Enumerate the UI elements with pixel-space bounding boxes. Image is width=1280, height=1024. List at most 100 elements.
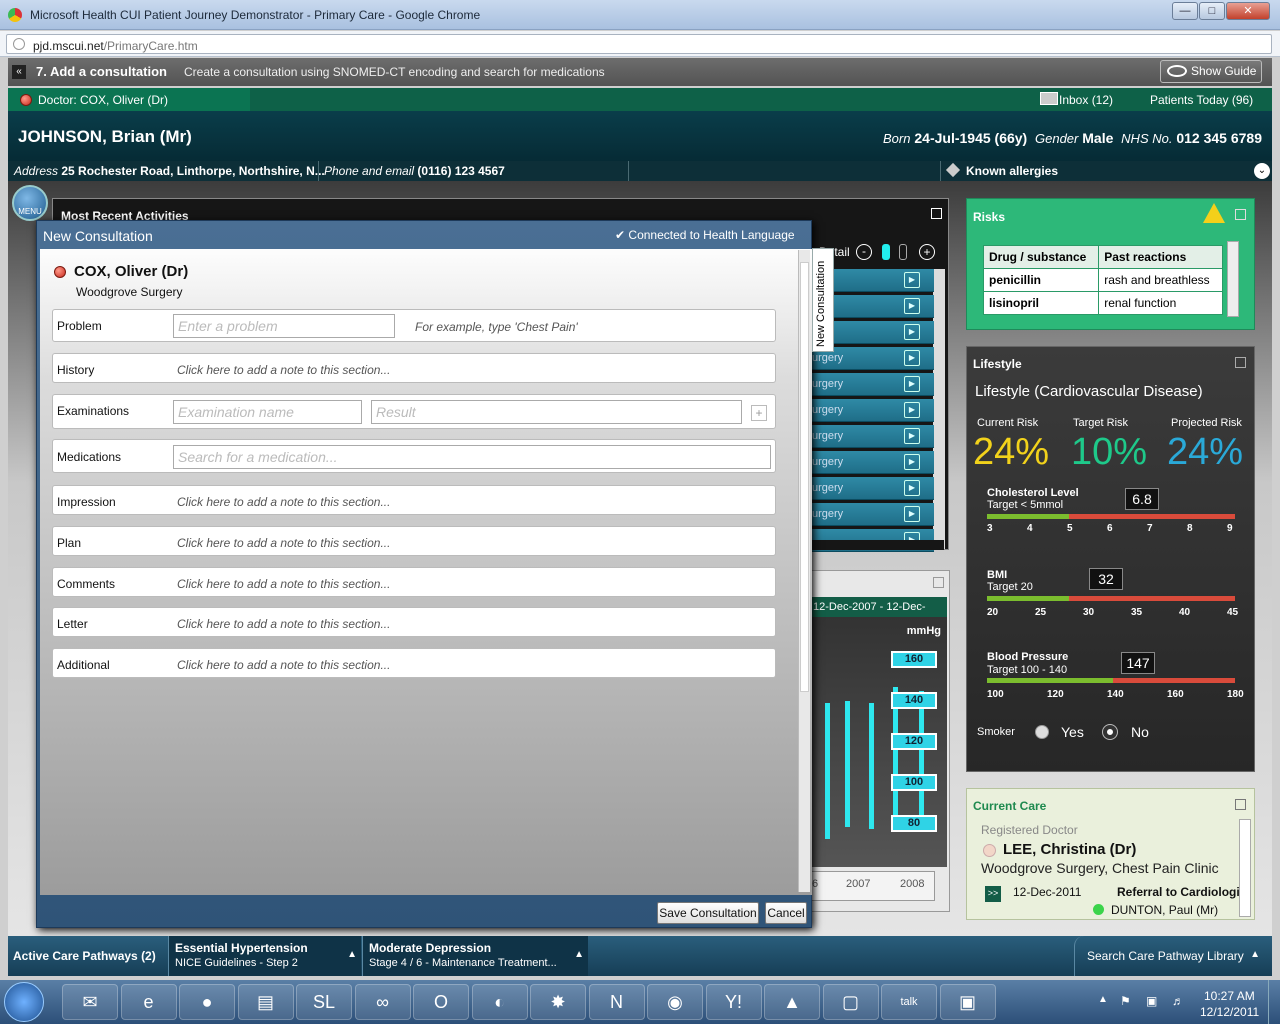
bp-meter (987, 678, 1235, 683)
maximize-button[interactable]: □ (1199, 2, 1225, 20)
play-icon[interactable]: ▶ (904, 350, 920, 366)
clock-date[interactable]: 12/12/2011 (1200, 1005, 1259, 1019)
expand-event-icon[interactable]: >> (985, 886, 1001, 902)
plan-section[interactable]: Plan Click here to add a note to this se… (52, 526, 776, 556)
consult-doctor-name: COX, Oliver (Dr) (74, 263, 189, 280)
dialog-scrollbar-thumb[interactable] (800, 262, 809, 692)
talk-icon[interactable]: talk (881, 984, 937, 1020)
explorer-icon[interactable]: ▤ (237, 984, 294, 1020)
medication-search-input[interactable]: Search for a medication... (173, 445, 771, 469)
menu-button[interactable]: MENU (12, 185, 48, 221)
search-pathway-library-button[interactable]: Search Care Pathway Library ▲ (1074, 936, 1272, 976)
tick-label: 8 (1187, 523, 1193, 534)
panel-maximize-icon[interactable] (931, 208, 942, 219)
risks-scrollbar[interactable] (1227, 241, 1239, 317)
tick-label: 45 (1227, 607, 1239, 618)
comments-note[interactable]: Click here to add a note to this section… (177, 577, 390, 591)
play-icon[interactable]: ▶ (904, 272, 920, 288)
volume-icon[interactable]: ♬ (1172, 994, 1184, 1008)
folder-icon[interactable]: ▢ (822, 984, 879, 1020)
problem-input[interactable]: Enter a problem (173, 314, 395, 338)
firefox-icon[interactable]: ◉ (647, 984, 703, 1020)
plan-note[interactable]: Click here to add a note to this section… (177, 536, 390, 550)
collapse-icon[interactable]: « (12, 65, 26, 79)
activity-row[interactable]: urgery ▶ (810, 373, 934, 396)
bp-tick-label: 80 (891, 815, 937, 832)
drug-cell: lisinopril (982, 291, 1100, 315)
current-care-scrollbar[interactable] (1239, 819, 1251, 917)
examination-name-input[interactable]: Examination name (173, 400, 362, 424)
opera-icon[interactable]: O (413, 984, 469, 1020)
activity-row[interactable]: urgery ▶ (810, 425, 934, 448)
risks-maximize-icon[interactable] (1235, 209, 1246, 220)
table-row[interactable]: lisinopril renal function (982, 291, 1223, 315)
letter-note[interactable]: Click here to add a note to this section… (177, 617, 390, 631)
activities-scrollbar[interactable] (933, 269, 945, 549)
additional-note[interactable]: Click here to add a note to this section… (177, 658, 390, 672)
smoker-yes-radio[interactable] (1035, 725, 1049, 739)
activity-row[interactable]: urgery ▶ (810, 503, 934, 526)
inbox-link[interactable]: Inbox (12) (1059, 93, 1113, 107)
play-icon[interactable]: ▶ (904, 376, 920, 392)
active-pathways-label[interactable]: Active Care Pathways (2) (13, 949, 156, 963)
n-app-icon[interactable]: N (588, 984, 645, 1020)
zoom-in-icon[interactable]: + (919, 244, 935, 260)
remote-desktop-icon[interactable]: ▣ (939, 984, 996, 1020)
patients-today-link[interactable]: Patients Today (96) (1150, 93, 1253, 107)
letter-section[interactable]: Letter Click here to add a note to this … (52, 607, 776, 637)
play-icon[interactable]: ▶ (904, 298, 920, 314)
cancel-button[interactable]: Cancel (765, 902, 807, 924)
tray-expand-icon[interactable]: ▲ (1098, 994, 1108, 1005)
save-consultation-button[interactable]: Save Consultation (657, 902, 759, 924)
start-button[interactable] (4, 982, 44, 1022)
yahoo-icon[interactable]: Y! (705, 984, 762, 1020)
play-icon[interactable]: ▶ (904, 428, 920, 444)
activity-row[interactable]: urgery ▶ (810, 477, 934, 500)
pathway-depression[interactable]: Moderate Depression Stage 4 / 6 - Mainte… (362, 936, 588, 976)
table-row[interactable]: penicillin rash and breathless (982, 268, 1223, 292)
activity-row[interactable]: urgery ▶ (810, 451, 934, 474)
event-date: 12-Dec-2011 (1013, 885, 1082, 899)
comments-section[interactable]: Comments Click here to add a note to thi… (52, 567, 776, 597)
picasa-icon[interactable]: ◐ (471, 984, 528, 1020)
pinwheel-icon[interactable]: ✸ (530, 984, 586, 1020)
flag-icon[interactable]: ⚑ (1120, 994, 1131, 1008)
vlc-icon[interactable]: ▲ (764, 984, 820, 1020)
url-field[interactable]: pjd.mscui.net/PrimaryCare.htm (6, 34, 1272, 54)
zoom-slider-thumb[interactable] (882, 244, 890, 260)
impression-note[interactable]: Click here to add a note to this section… (177, 495, 390, 509)
history-note[interactable]: Click here to add a note to this section… (177, 363, 390, 377)
zoom-out-icon[interactable]: - (856, 244, 872, 260)
lifestyle-maximize-icon[interactable] (1235, 357, 1246, 368)
bp-panel-maximize-icon[interactable] (933, 577, 944, 588)
new-consultation-tab[interactable]: New Consultation (812, 248, 834, 352)
current-care-maximize-icon[interactable] (1235, 799, 1246, 810)
silverlight-icon[interactable]: SL (296, 984, 352, 1020)
smoker-no-radio[interactable] (1103, 725, 1117, 739)
examination-result-input[interactable]: Result (371, 400, 742, 424)
show-desktop-button[interactable] (1268, 980, 1280, 1024)
impression-section[interactable]: Impression Click here to add a note to t… (52, 485, 776, 515)
network-icon[interactable]: ▣ (1146, 994, 1157, 1008)
loop-icon[interactable]: ∞ (354, 984, 411, 1020)
show-guide-button[interactable]: Show Guide (1160, 60, 1262, 83)
activity-row[interactable]: urgery ▶ (810, 399, 934, 422)
minimize-button[interactable]: — (1172, 2, 1198, 20)
close-window-button[interactable]: ✕ (1226, 2, 1270, 20)
chrome-icon[interactable]: ● (179, 984, 235, 1020)
play-icon[interactable]: ▶ (904, 480, 920, 496)
pathway-hypertension[interactable]: Essential Hypertension NICE Guidelines -… (168, 936, 361, 976)
play-icon[interactable]: ▶ (904, 454, 920, 470)
known-allergies-label[interactable]: Known allergies (966, 164, 1058, 178)
play-icon[interactable]: ▶ (904, 506, 920, 522)
dialog-scrollbar[interactable] (798, 250, 810, 892)
additional-section[interactable]: Additional Click here to add a note to t… (52, 648, 776, 678)
chat-app-icon[interactable]: ✉ (62, 984, 118, 1020)
play-icon[interactable]: ▶ (904, 402, 920, 418)
history-section[interactable]: History Click here to add a note to this… (52, 353, 776, 383)
expand-chevron-icon[interactable]: ⌄ (1254, 163, 1270, 179)
add-examination-icon[interactable]: + (751, 405, 767, 421)
clock-time[interactable]: 10:27 AM (1204, 989, 1255, 1003)
ie-icon[interactable]: e (120, 984, 177, 1020)
play-icon[interactable]: ▶ (904, 324, 920, 340)
